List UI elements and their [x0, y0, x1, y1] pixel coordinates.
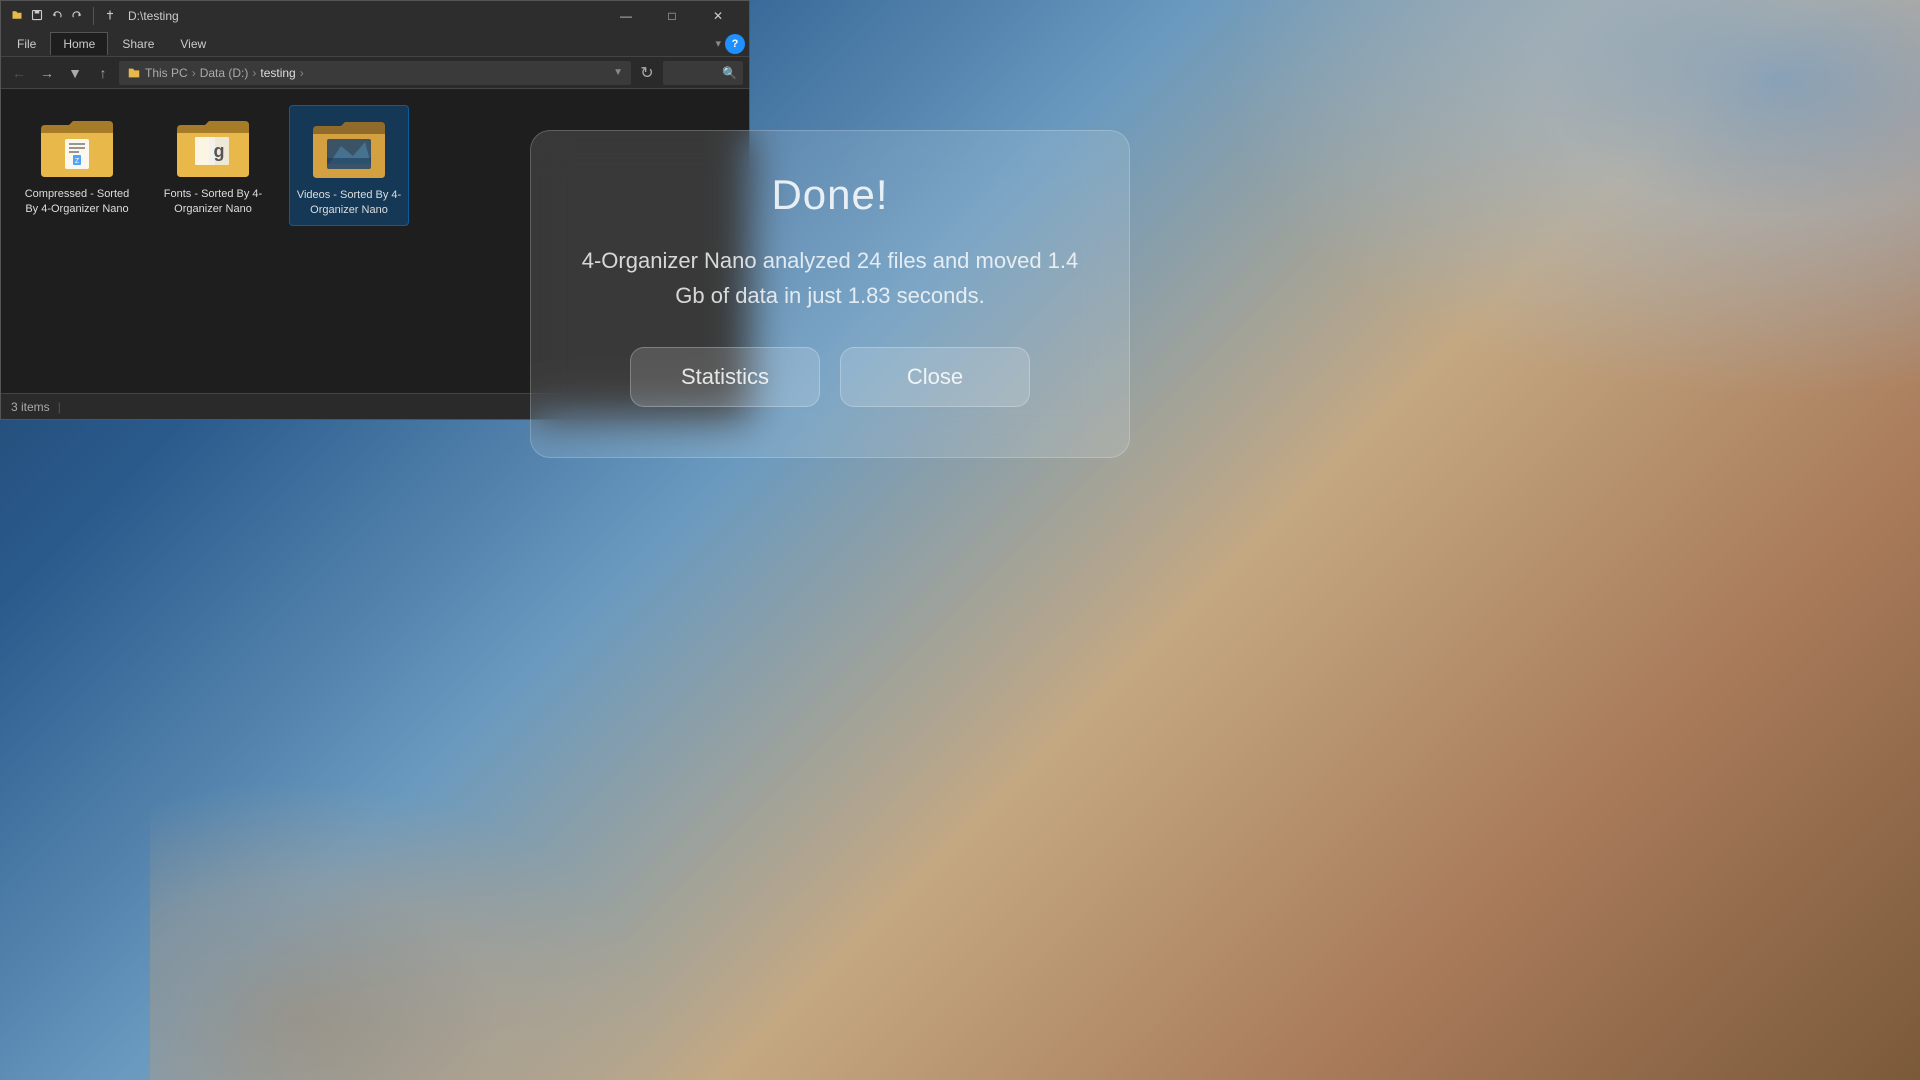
search-icon: 🔍 — [722, 66, 737, 80]
tab-file[interactable]: File — [5, 33, 48, 55]
titlebar-save-icon[interactable] — [29, 7, 45, 23]
maximize-button[interactable]: □ — [649, 1, 695, 31]
minimize-button[interactable]: — — [603, 1, 649, 31]
folder-compressed-icon: Z — [37, 111, 117, 181]
svg-text:Z: Z — [75, 158, 80, 165]
search-box[interactable]: 🔍 — [663, 61, 743, 85]
dialog-buttons: Statistics Close — [630, 347, 1030, 407]
folder-videos-label: Videos - Sorted By 4-Organizer Nano — [296, 188, 402, 219]
titlebar-folder-icon[interactable] — [9, 7, 25, 23]
window-title: D:\testing — [128, 9, 597, 23]
ribbon-tabs: File Home Share View ▾ ? — [1, 31, 749, 57]
folder-compressed-label: Compressed - Sorted By 4-Organizer Nano — [23, 187, 131, 218]
explorer-titlebar: D:\testing — □ ✕ — [1, 1, 749, 31]
ribbon-expand-icon[interactable]: ▾ — [715, 37, 721, 50]
items-count: 3 items — [11, 400, 50, 414]
close-dialog-button[interactable]: Close — [840, 347, 1030, 407]
folder-videos-icon — [309, 112, 389, 182]
tab-home[interactable]: Home — [50, 32, 108, 55]
path-dropdown-arrow[interactable]: ▼ — [613, 67, 623, 78]
path-data-d[interactable]: Data (D:) — [200, 66, 249, 80]
window-controls: — □ ✕ — [603, 1, 741, 31]
separator-1: › — [192, 66, 196, 80]
svg-text:g: g — [214, 141, 225, 161]
refresh-button[interactable]: ↻ — [635, 61, 659, 85]
path-testing[interactable]: testing — [260, 66, 295, 80]
desktop-swirl-2 — [150, 780, 650, 1080]
path-this-pc[interactable]: This PC — [145, 66, 188, 80]
help-button[interactable]: ? — [725, 34, 745, 54]
dropdown-button[interactable]: ▼ — [63, 61, 87, 85]
status-separator: | — [58, 400, 61, 414]
up-button[interactable]: ↑ — [91, 61, 115, 85]
titlebar-undo-icon[interactable] — [49, 7, 65, 23]
separator-2: › — [252, 66, 256, 80]
titlebar-pin-icon[interactable] — [102, 7, 118, 23]
tab-share[interactable]: Share — [110, 33, 166, 55]
statistics-button[interactable]: Statistics — [630, 347, 820, 407]
address-path[interactable]: This PC › Data (D:) › testing › ▼ — [119, 61, 631, 85]
separator-3: › — [300, 66, 304, 80]
desktop-swirl-1 — [1220, 0, 1920, 400]
tab-view[interactable]: View — [168, 33, 218, 55]
quick-access-toolbar — [9, 7, 118, 25]
folder-videos[interactable]: Videos - Sorted By 4-Organizer Nano — [289, 105, 409, 226]
titlebar-divider — [93, 7, 94, 25]
titlebar-redo-icon[interactable] — [69, 7, 85, 23]
forward-button[interactable]: → — [35, 61, 59, 85]
folder-fonts[interactable]: g Fonts - Sorted By 4-Organizer Nano — [153, 105, 273, 224]
folder-fonts-icon: g — [173, 111, 253, 181]
folder-fonts-label: Fonts - Sorted By 4-Organizer Nano — [159, 187, 267, 218]
folder-compressed[interactable]: Z Compressed - Sorted By 4-Organizer Nan… — [17, 105, 137, 224]
address-folder-icon — [127, 66, 141, 80]
done-message: 4-Organizer Nano analyzed 24 files and m… — [581, 243, 1079, 313]
address-bar: ← → ▼ ↑ This PC › Data (D:) › testing › … — [1, 57, 749, 89]
back-button[interactable]: ← — [7, 61, 31, 85]
done-title: Done! — [771, 171, 888, 219]
done-dialog: Done! 4-Organizer Nano analyzed 24 files… — [530, 130, 1130, 458]
close-button[interactable]: ✕ — [695, 1, 741, 31]
